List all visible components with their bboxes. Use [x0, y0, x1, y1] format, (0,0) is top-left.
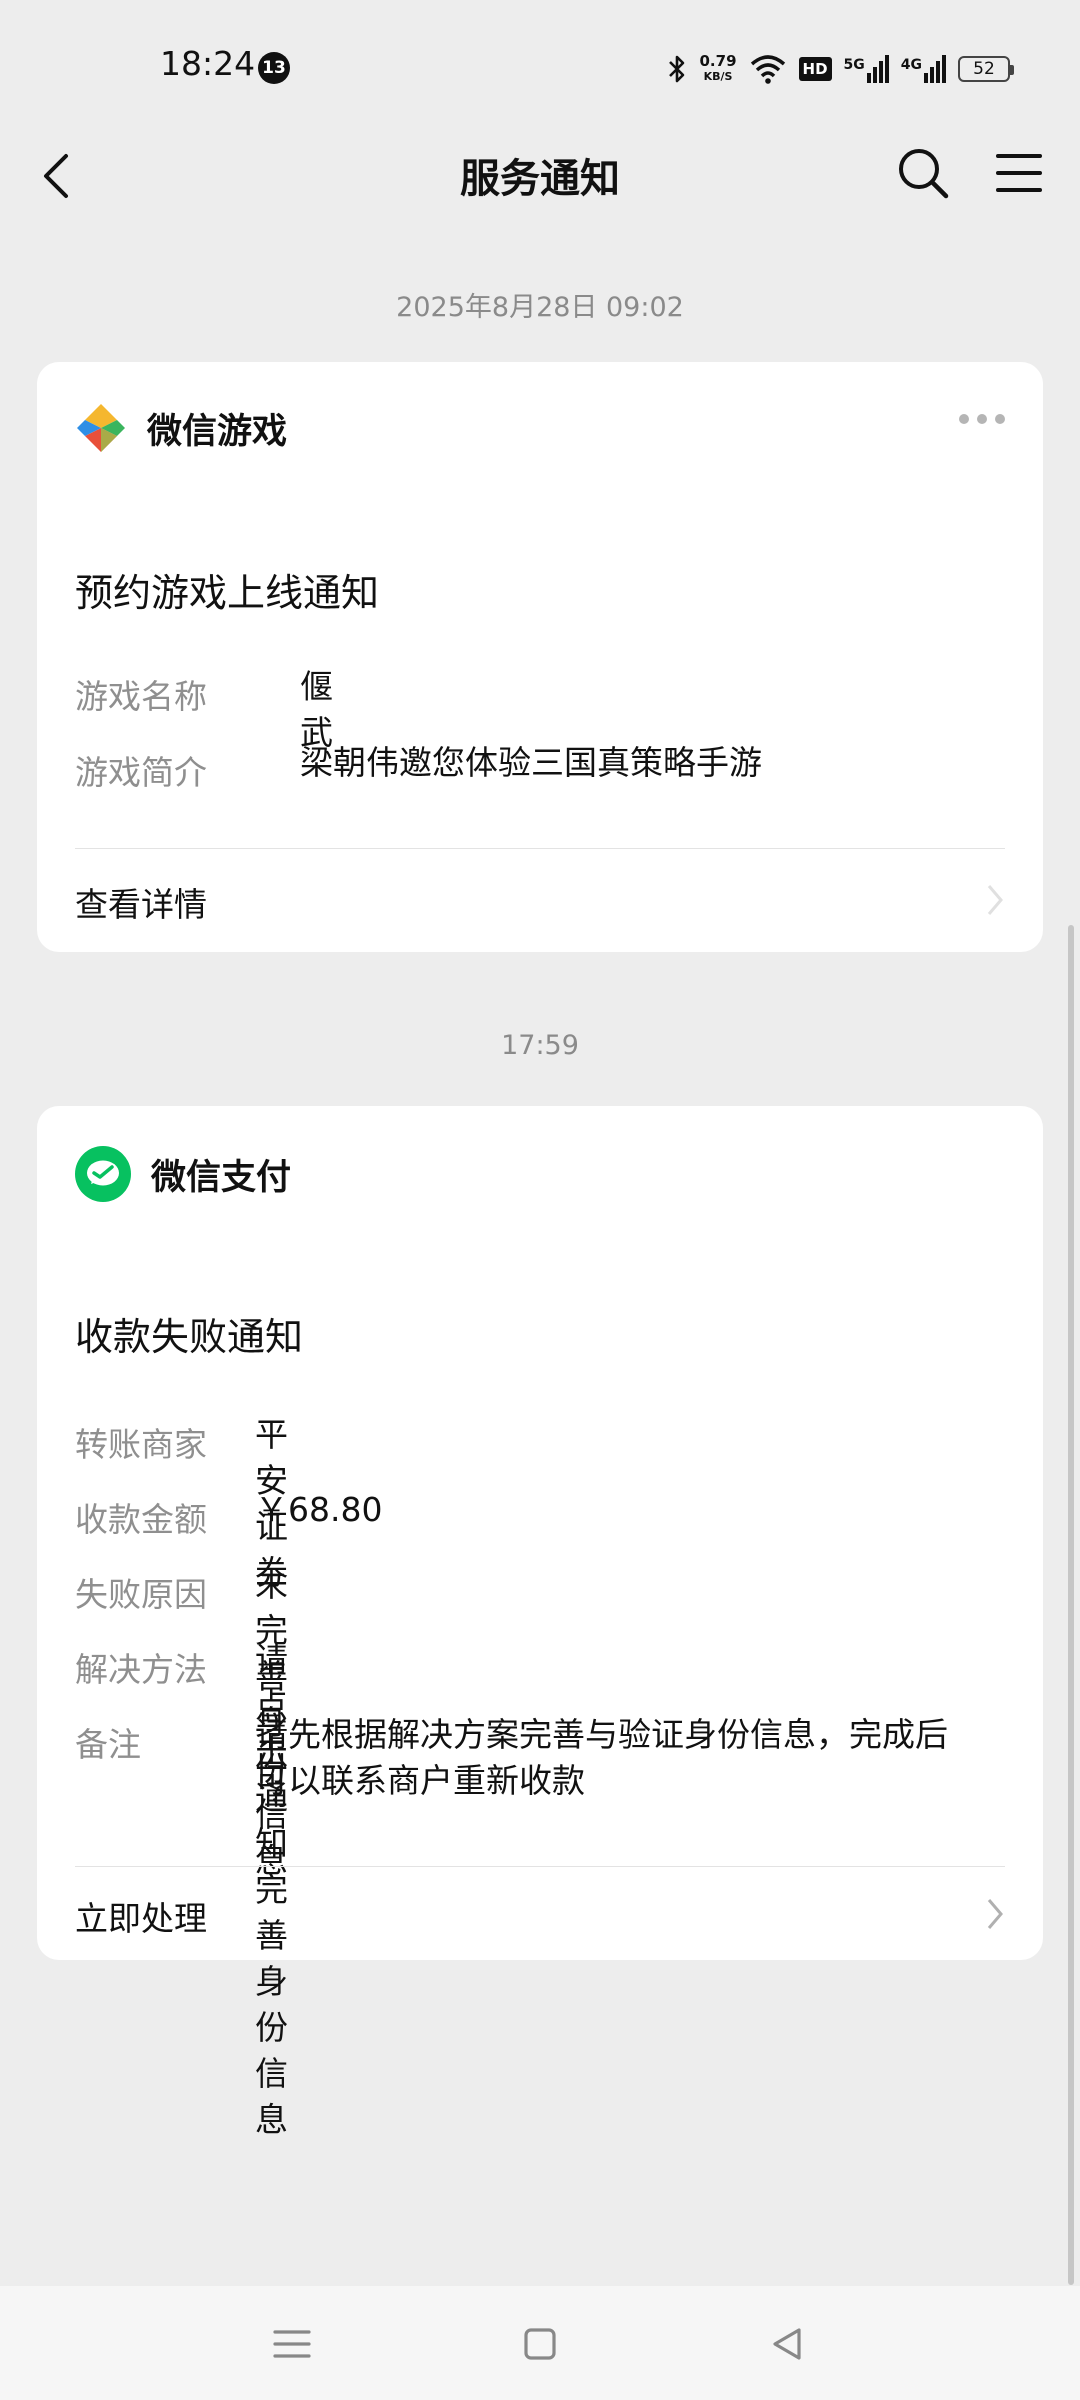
field-key: 转账商家 — [75, 1425, 207, 1464]
field-key: 备注 — [75, 1725, 141, 1764]
field-row: 解决方法 请点击通知完善身份信息 — [75, 1640, 288, 2139]
chevron-right-icon — [987, 885, 1003, 915]
wechat-pay-logo-icon — [75, 1146, 131, 1202]
search-icon[interactable] — [894, 144, 952, 202]
signal-5g: 5G — [844, 55, 889, 83]
message-timestamp: 17:59 — [501, 1030, 579, 1061]
field-row: 游戏简介 梁朝伟邀您体验三国真策略手游 — [75, 743, 762, 794]
battery-icon: 52 — [958, 56, 1014, 82]
header: 服务通知 — [0, 120, 1080, 230]
field-value: ￥68.80 — [255, 1490, 383, 1529]
menu-icon[interactable] — [990, 144, 1048, 202]
status-icons: 0.79 KB/S HD 5G 4G 52 — [666, 50, 1014, 88]
card-title: 收款失败通知 — [75, 1315, 304, 1359]
message-timestamp: 2025年8月28日 09:02 — [396, 292, 684, 323]
more-dots-icon[interactable] — [959, 414, 1005, 424]
scrollbar[interactable] — [1068, 925, 1074, 2285]
field-value: 请先根据解决方案完善与验证身份信息，完成后 可以联系商户重新收款 — [255, 1715, 948, 1800]
divider — [75, 848, 1005, 849]
battery-level: 52 — [973, 59, 995, 79]
notification-count-badge: 13 — [258, 52, 290, 84]
card-brand-name: 微信游戏 — [147, 411, 288, 452]
signal-4g: 4G — [901, 55, 946, 83]
status-bar: 18:24 13 0.79 KB/S HD 5G 4G 52 — [0, 0, 1080, 120]
signal-5g-label: 5G — [843, 57, 865, 73]
card-header: 微信游戏 — [75, 402, 287, 454]
hd-voice-icon: HD — [798, 57, 832, 81]
field-row: 失败原因 未完善身份信息 — [75, 1565, 288, 1880]
status-time: 18:24 — [160, 44, 256, 83]
bluetooth-icon — [668, 55, 684, 83]
back-nav-icon[interactable] — [763, 2322, 813, 2366]
view-details-action[interactable]: 查看详情 — [75, 878, 1005, 926]
message-card-game[interactable]: 微信游戏 预约游戏上线通知 游戏名称 偃武 游戏简介 梁朝伟邀您体验三国真策略手… — [37, 362, 1043, 952]
system-nav-bar — [0, 2286, 1080, 2400]
recent-apps-icon[interactable] — [267, 2322, 317, 2366]
card-brand-name: 微信支付 — [151, 1157, 292, 1198]
field-row: 游戏名称 偃武 — [75, 667, 333, 752]
wechat-game-logo-icon — [77, 404, 125, 452]
signal-bars-icon — [924, 55, 946, 83]
field-key: 失败原因 — [75, 1575, 207, 1614]
field-key: 解决方法 — [75, 1650, 207, 1689]
action-label: 立即处理 — [75, 1899, 207, 1938]
card-header: 微信支付 — [75, 1146, 291, 1202]
wifi-icon — [750, 55, 785, 84]
home-icon[interactable] — [515, 2322, 565, 2366]
field-row: 转账商家 平安证券 — [75, 1415, 288, 1592]
action-label: 查看详情 — [75, 885, 207, 924]
field-key: 收款金额 — [75, 1500, 207, 1539]
network-speed-value: 0.79 — [699, 52, 737, 70]
message-card-pay[interactable]: 微信支付 收款失败通知 转账商家 平安证券 收款金额 ￥68.80 失败原因 未… — [37, 1106, 1043, 2139]
field-key: 游戏简介 — [75, 753, 207, 792]
card-title: 预约游戏上线通知 — [75, 571, 380, 615]
field-row: 备注 请先根据解决方案完善与验证身份信息，完成后 可以联系商户重新收款 — [75, 1715, 948, 1800]
field-key: 游戏名称 — [75, 677, 207, 716]
field-value: 梁朝伟邀您体验三国真策略手游 — [300, 743, 762, 782]
divider — [75, 1866, 1005, 1867]
signal-bars-icon — [866, 55, 889, 83]
network-speed-unit: KB/S — [703, 70, 733, 83]
process-now-action[interactable]: 立即处理 — [75, 1892, 1005, 1940]
network-speed: 0.79 KB/S — [700, 54, 737, 84]
field-row: 收款金额 ￥68.80 — [75, 1490, 382, 1541]
signal-4g-label: 4G — [900, 57, 922, 73]
chevron-right-icon — [987, 1899, 1003, 1929]
